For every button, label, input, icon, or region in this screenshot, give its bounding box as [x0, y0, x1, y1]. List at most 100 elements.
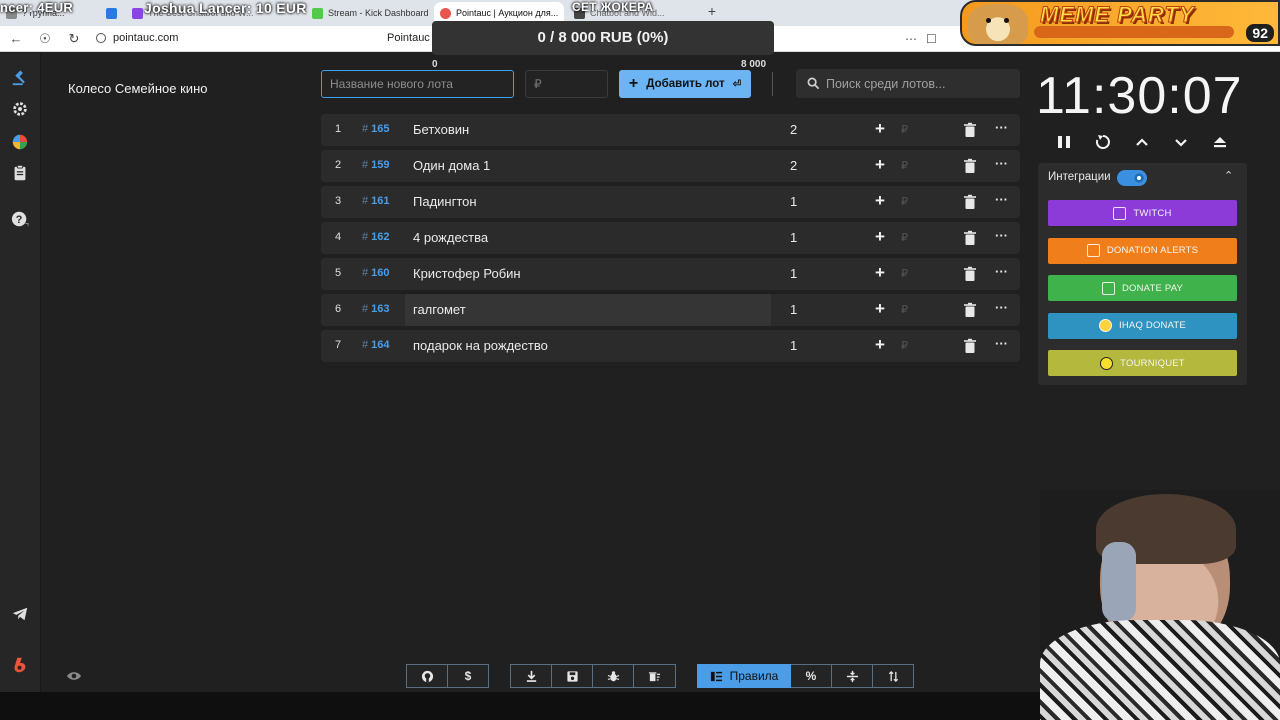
settings-gear-icon[interactable]: [10, 99, 30, 119]
lot-id[interactable]: #163: [362, 303, 389, 315]
add-amount-button[interactable]: +: [872, 300, 888, 318]
url-field[interactable]: pointauc.com: [113, 32, 178, 44]
auction-gavel-icon[interactable]: [10, 67, 30, 87]
lot-id[interactable]: #159: [362, 159, 389, 171]
enter-key-icon: ⏎: [732, 78, 742, 90]
clipboard-icon[interactable]: [10, 163, 30, 183]
add-amount-button[interactable]: +: [872, 120, 888, 138]
delete-trash-icon[interactable]: [963, 302, 977, 318]
ihaq-donate-integration-button[interactable]: IHAQ DONATE: [1048, 312, 1237, 339]
lot-name-field[interactable]: Падингтон: [405, 186, 771, 218]
lot-name-field[interactable]: Кристофер Робин: [405, 258, 771, 290]
lot-amount[interactable]: 1: [790, 338, 797, 353]
lot-name-field[interactable]: Один дома 1: [405, 150, 771, 182]
add-amount-button[interactable]: +: [872, 228, 888, 246]
add-amount-button[interactable]: +: [872, 264, 888, 282]
rules-button[interactable]: Правила: [697, 664, 791, 688]
delete-trash-icon[interactable]: [963, 266, 977, 282]
site-info-icon[interactable]: [96, 33, 106, 43]
reload-icon[interactable]: ↻: [66, 31, 82, 47]
bookmark-icon[interactable]: ☐: [926, 32, 937, 46]
pause-icon[interactable]: [1054, 132, 1076, 154]
lot-index: 7: [335, 339, 342, 351]
sort-button[interactable]: [873, 664, 914, 688]
wheel-icon[interactable]: [10, 132, 30, 152]
boosty-icon[interactable]: [10, 655, 30, 675]
new-lot-name-input[interactable]: [321, 70, 514, 98]
bug-icon: [607, 670, 619, 681]
extension-icon[interactable]: ☉: [37, 31, 53, 47]
lot-amount[interactable]: 1: [790, 194, 797, 209]
percent-button[interactable]: %: [791, 664, 832, 688]
lot-amount[interactable]: 2: [790, 158, 797, 173]
back-arrow-icon[interactable]: ←: [8, 31, 24, 47]
chevron-up-icon[interactable]: [1132, 132, 1154, 154]
lot-currency-icon: ₽: [901, 124, 908, 136]
lot-name-field[interactable]: галгомет: [405, 294, 771, 326]
lot-id[interactable]: #164: [362, 339, 389, 351]
help-icon[interactable]: ?: [10, 209, 30, 229]
lot-currency-icon: ₽: [901, 304, 908, 316]
integration-label: DONATE PAY: [1121, 282, 1184, 294]
integrations-toggle[interactable]: [1117, 170, 1147, 186]
github-button[interactable]: [406, 664, 448, 688]
lot-search-input[interactable]: [826, 69, 1016, 98]
donate-dollar-button[interactable]: $: [448, 664, 489, 688]
delete-trash-icon[interactable]: [963, 158, 977, 174]
lot-amount[interactable]: 1: [790, 230, 797, 245]
chevron-down-icon[interactable]: [1171, 132, 1193, 154]
new-tab-button[interactable]: +: [704, 4, 720, 20]
lot-id-number: 159: [371, 159, 390, 171]
add-amount-button[interactable]: +: [872, 156, 888, 174]
browser-tab-vk[interactable]: [100, 2, 124, 24]
visibility-eye-icon[interactable]: [66, 670, 82, 682]
more-options-icon[interactable]: ···: [995, 121, 1011, 137]
more-dots-icon[interactable]: ⋯: [905, 32, 917, 46]
more-options-icon[interactable]: ···: [995, 157, 1011, 173]
clear-lots-button[interactable]: [634, 664, 676, 688]
more-options-icon[interactable]: ···: [995, 193, 1011, 209]
plus-icon: +: [628, 75, 639, 92]
add-amount-button[interactable]: +: [872, 336, 888, 354]
lot-name-field[interactable]: 4 рождества: [405, 222, 771, 254]
lot-amount[interactable]: 2: [790, 122, 797, 137]
percent-label: %: [805, 669, 817, 683]
lot-amount[interactable]: 1: [790, 302, 797, 317]
lot-id[interactable]: #162: [362, 231, 389, 243]
save-button[interactable]: [552, 664, 593, 688]
hash-icon: #: [362, 123, 369, 135]
new-lot-price-input[interactable]: [525, 70, 608, 98]
twitch-integration-button[interactable]: TWITCH: [1048, 200, 1237, 226]
delete-trash-icon[interactable]: [963, 194, 977, 210]
more-options-icon[interactable]: ···: [995, 265, 1011, 281]
reset-icon[interactable]: [1093, 132, 1115, 154]
delete-trash-icon[interactable]: [963, 230, 977, 246]
delete-trash-icon[interactable]: [963, 338, 977, 354]
bug-report-button[interactable]: [593, 664, 634, 688]
more-options-icon[interactable]: ···: [995, 229, 1011, 245]
compact-view-button[interactable]: [832, 664, 873, 688]
lot-search-box[interactable]: [796, 69, 1020, 98]
lot-id[interactable]: #165: [362, 123, 389, 135]
lot-name-field[interactable]: подарок на рождество: [405, 330, 771, 362]
add-amount-button[interactable]: +: [872, 192, 888, 210]
lot-amount[interactable]: 1: [790, 266, 797, 281]
lot-row: 1 #165 Бетховин 2 + ₽ ···: [321, 114, 1020, 146]
lot-id[interactable]: #161: [362, 195, 389, 207]
lot-currency-icon: ₽: [901, 340, 908, 352]
donation-alerts-integration-button[interactable]: DONATION ALERTS: [1048, 237, 1237, 264]
lot-name-field[interactable]: Бетховин: [405, 114, 771, 146]
more-options-icon[interactable]: ···: [995, 301, 1011, 317]
chevron-up-icon[interactable]: ⌃: [1224, 169, 1236, 183]
tourniquet-integration-button[interactable]: TOURNIQUET: [1048, 350, 1237, 376]
eject-icon[interactable]: [1210, 132, 1232, 154]
donate-pay-integration-button[interactable]: DONATE PAY: [1048, 275, 1237, 301]
download-button[interactable]: [510, 664, 552, 688]
lot-row: 6 #163 галгомет 1 + ₽ ···: [321, 294, 1020, 326]
more-options-icon[interactable]: ···: [995, 337, 1011, 353]
delete-trash-icon[interactable]: [963, 122, 977, 138]
browser-tab-kick[interactable]: Stream - Kick Dashboard: [306, 2, 430, 24]
add-lot-button[interactable]: + Добавить лот ⏎: [619, 70, 751, 98]
telegram-icon[interactable]: [10, 604, 30, 624]
lot-id[interactable]: #160: [362, 267, 389, 279]
